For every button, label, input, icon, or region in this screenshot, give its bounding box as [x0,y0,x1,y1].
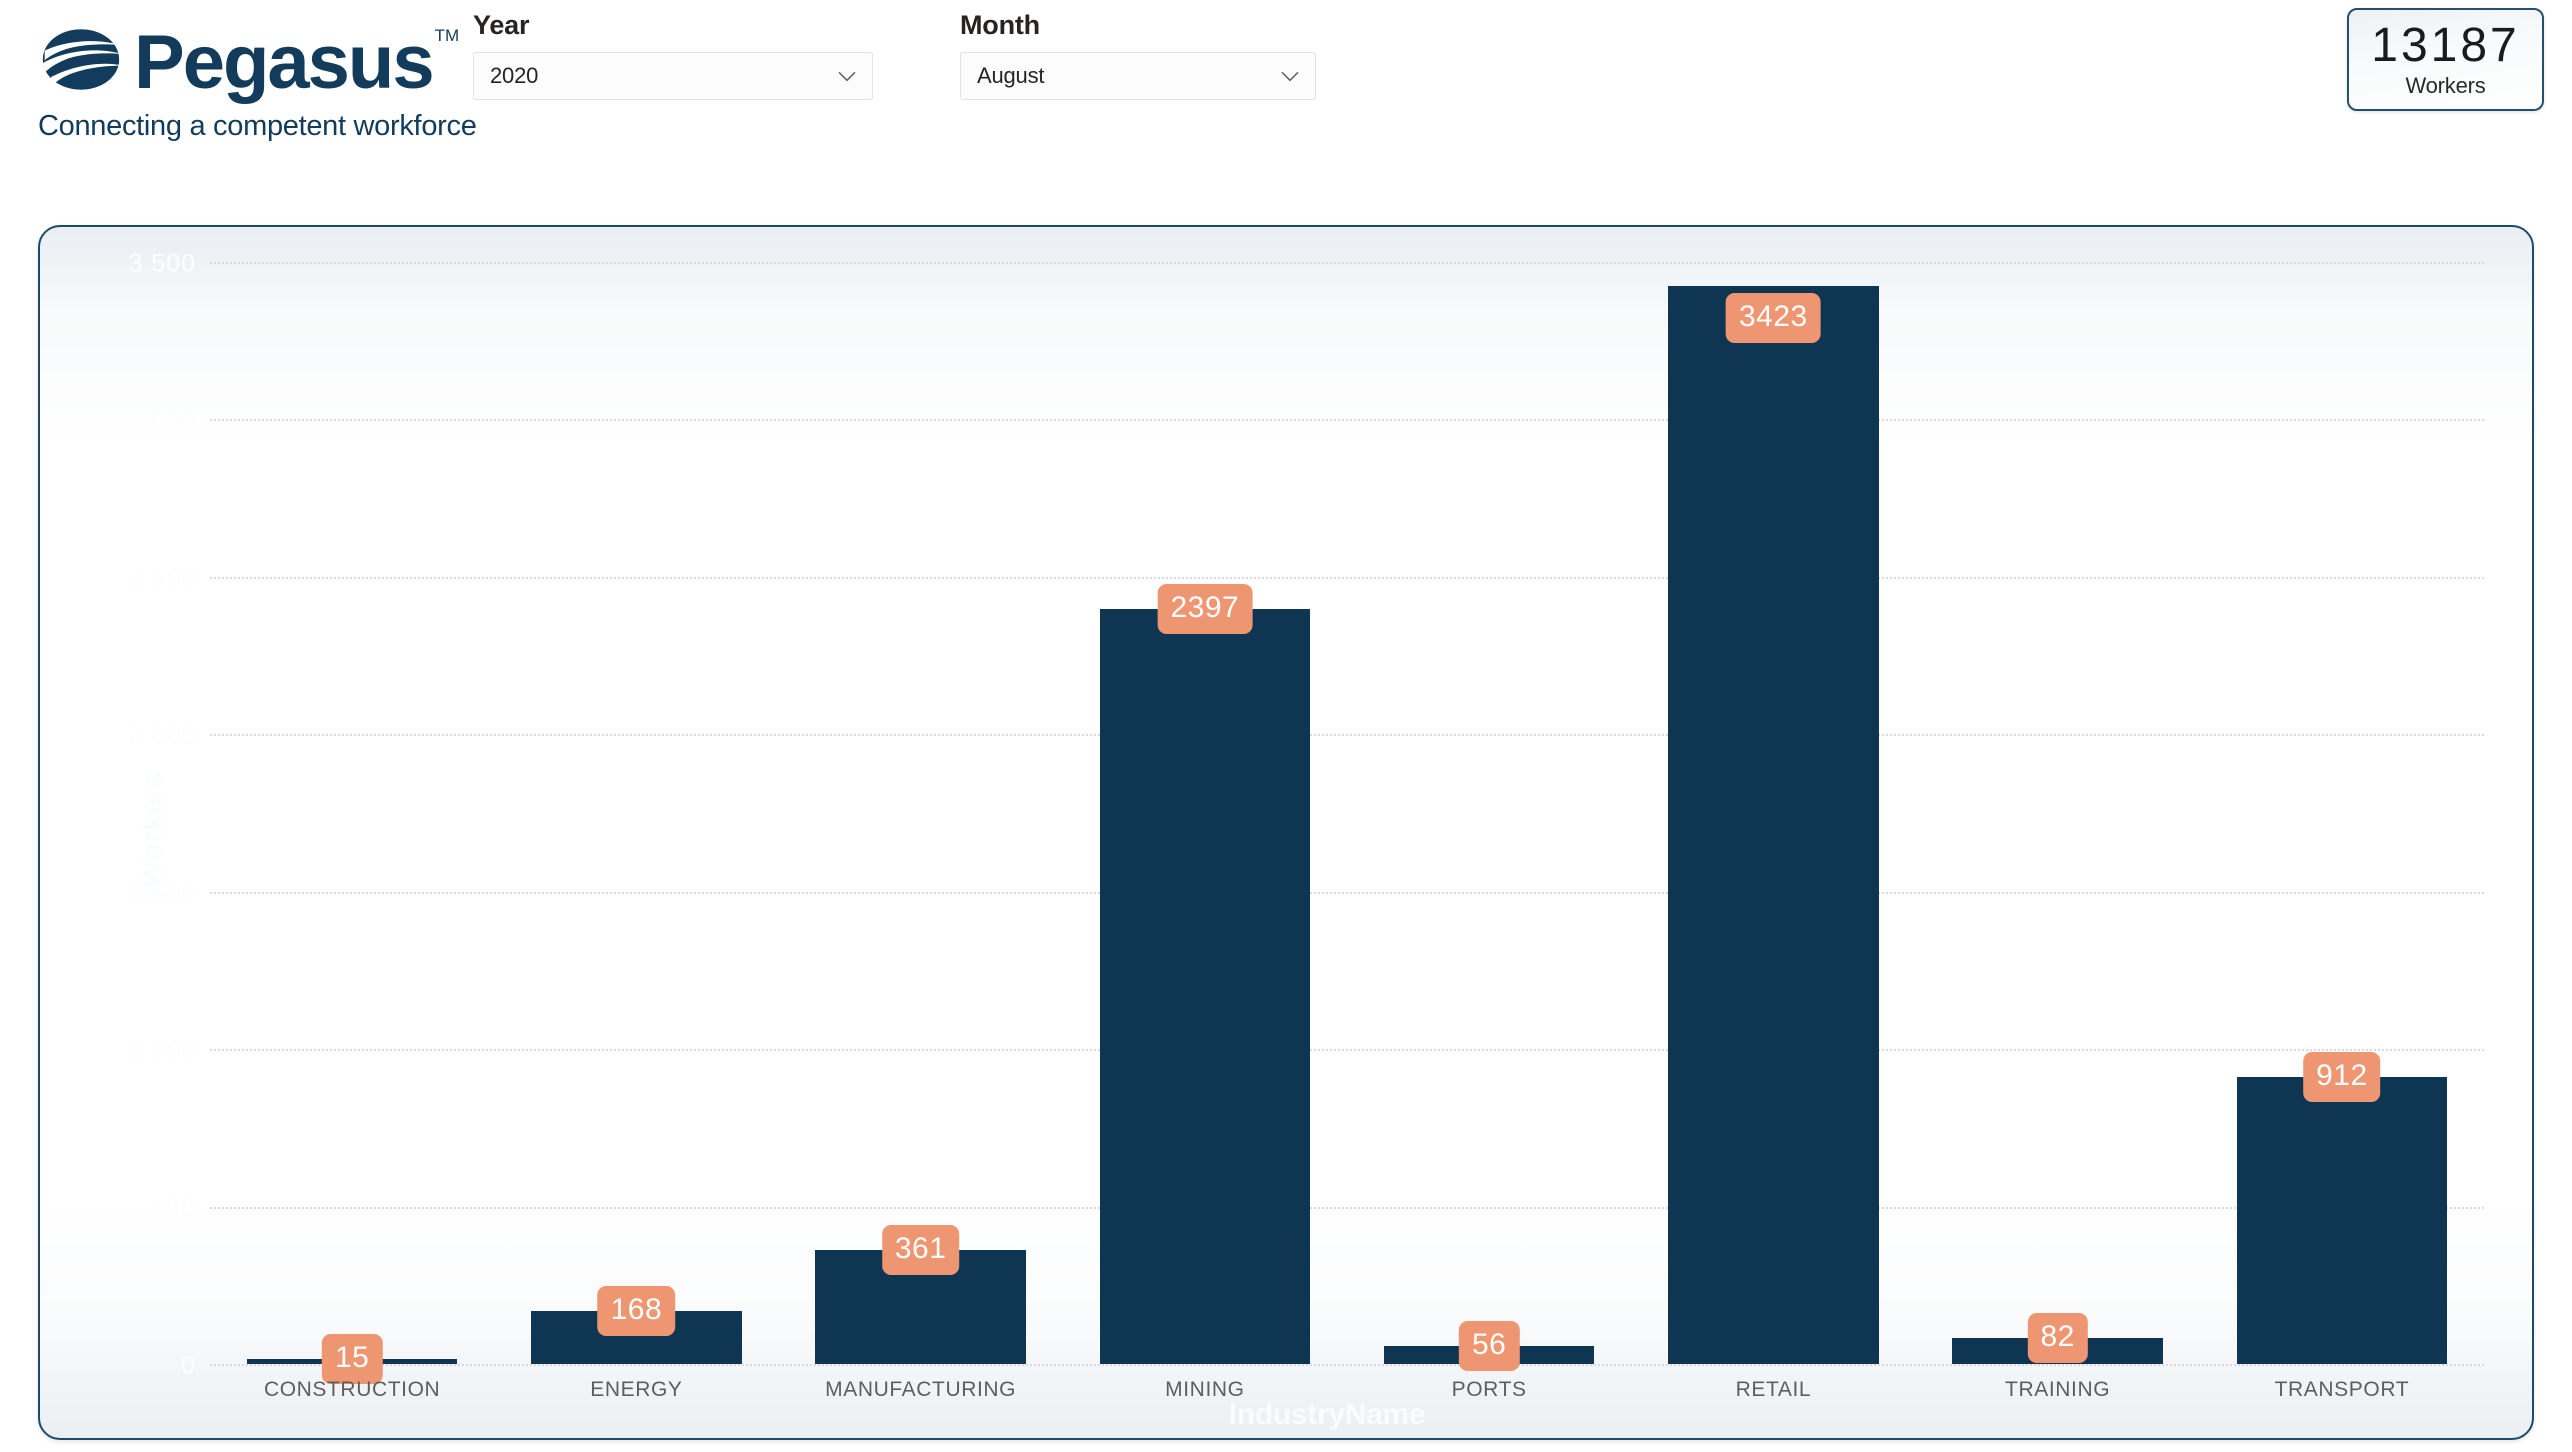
bar-value-label: 361 [881,1225,960,1276]
bar-group[interactable]: 82 TRAINING [1916,262,2200,1401]
bar-group[interactable]: 15 CONSTRUCTION [210,262,494,1401]
brand-tagline: Connecting a competent workforce [38,110,477,142]
trademark-symbol: TM [434,26,460,45]
gridline: 0 [181,1352,2484,1380]
bar-value-label: 15 [321,1334,383,1385]
bar[interactable]: 3423 RETAIL [1668,286,1879,1401]
bar-value-label: 3423 [1726,293,1821,344]
y-axis-tick-label: 3 500 [128,249,196,278]
bar-value-label: 2397 [1157,584,1253,635]
month-filter-label: Month [960,10,1040,40]
pegasus-globe-icon [36,24,126,102]
x-axis-title: IndustryName [1228,1398,1426,1431]
bar[interactable]: 168 ENERGY [531,1286,742,1401]
bar[interactable]: 15 CONSTRUCTION [246,1334,458,1401]
chevron-down-icon[interactable] [1277,63,1303,89]
industry-workers-chart-card[interactable]: #Workers 3 500 3 000 2 500 2 000 1 500 1 000 5… [38,225,2534,1440]
bar-group[interactable]: 3423 RETAIL [1631,262,1915,1401]
workers-kpi-card[interactable]: 13187 Workers [2347,8,2544,111]
bar-value-label: 168 [597,1286,676,1337]
brand-wordmark: Pegasus [134,20,435,105]
dashboard-header: Pegasus TM Connecting a competent workfo… [0,0,2572,200]
brand-logo: Pegasus TM Connecting a competent workfo… [36,20,477,143]
y-axis-tick-label: 500 [151,1194,196,1223]
bar-value-label: 912 [2303,1051,2381,1102]
bar-group[interactable]: 56 PORTS [1347,262,1631,1401]
y-axis-tick-label: 1 000 [128,1036,196,1065]
bar-group[interactable]: 168 ENERGY [494,262,778,1401]
chevron-down-icon[interactable] [834,63,860,89]
year-filter-label: Year [473,10,530,40]
bar[interactable]: 361 MANUFACTURING [815,1225,1026,1401]
bar-value-label: 82 [2027,1313,2088,1364]
bar-value-label: 56 [1458,1321,1520,1372]
y-axis-tick-label: 1 500 [128,879,196,908]
month-dropdown[interactable]: August [960,52,1316,100]
bar-group[interactable]: 2397 MINING [1063,262,1347,1401]
bar[interactable]: 56 PORTS [1383,1321,1595,1401]
bar-group[interactable]: 912 TRANSPORT [2200,262,2484,1401]
y-axis-tick-label: 0 [181,1351,196,1380]
chart-bars: 15 CONSTRUCTION 168 ENERGY 361 MANUFACTURING 2… [210,262,2484,1401]
y-axis-tick-label: 2 500 [128,564,196,593]
year-dropdown[interactable]: 2020 [473,52,873,100]
bar[interactable]: 82 TRAINING [1952,1313,2163,1401]
y-axis-tick-label: 2 000 [128,721,196,750]
workers-kpi-value: 13187 [2371,18,2520,72]
bar[interactable]: 2397 MINING [1099,584,1311,1401]
month-dropdown-value: August [977,63,1045,88]
year-dropdown-value: 2020 [490,63,539,88]
bar[interactable]: 912 TRANSPORT [2236,1051,2448,1401]
bar-group[interactable]: 361 MANUFACTURING [779,262,1063,1401]
workers-kpi-label: Workers [2405,72,2486,98]
chart-plot-area: #Workers 3 500 3 000 2 500 2 000 1 500 1 000 5… [128,237,2484,1438]
y-axis-tick-label: 3 000 [128,406,196,435]
year-filter: Year 2020 [473,10,873,100]
month-filter: Month August [960,10,1316,100]
